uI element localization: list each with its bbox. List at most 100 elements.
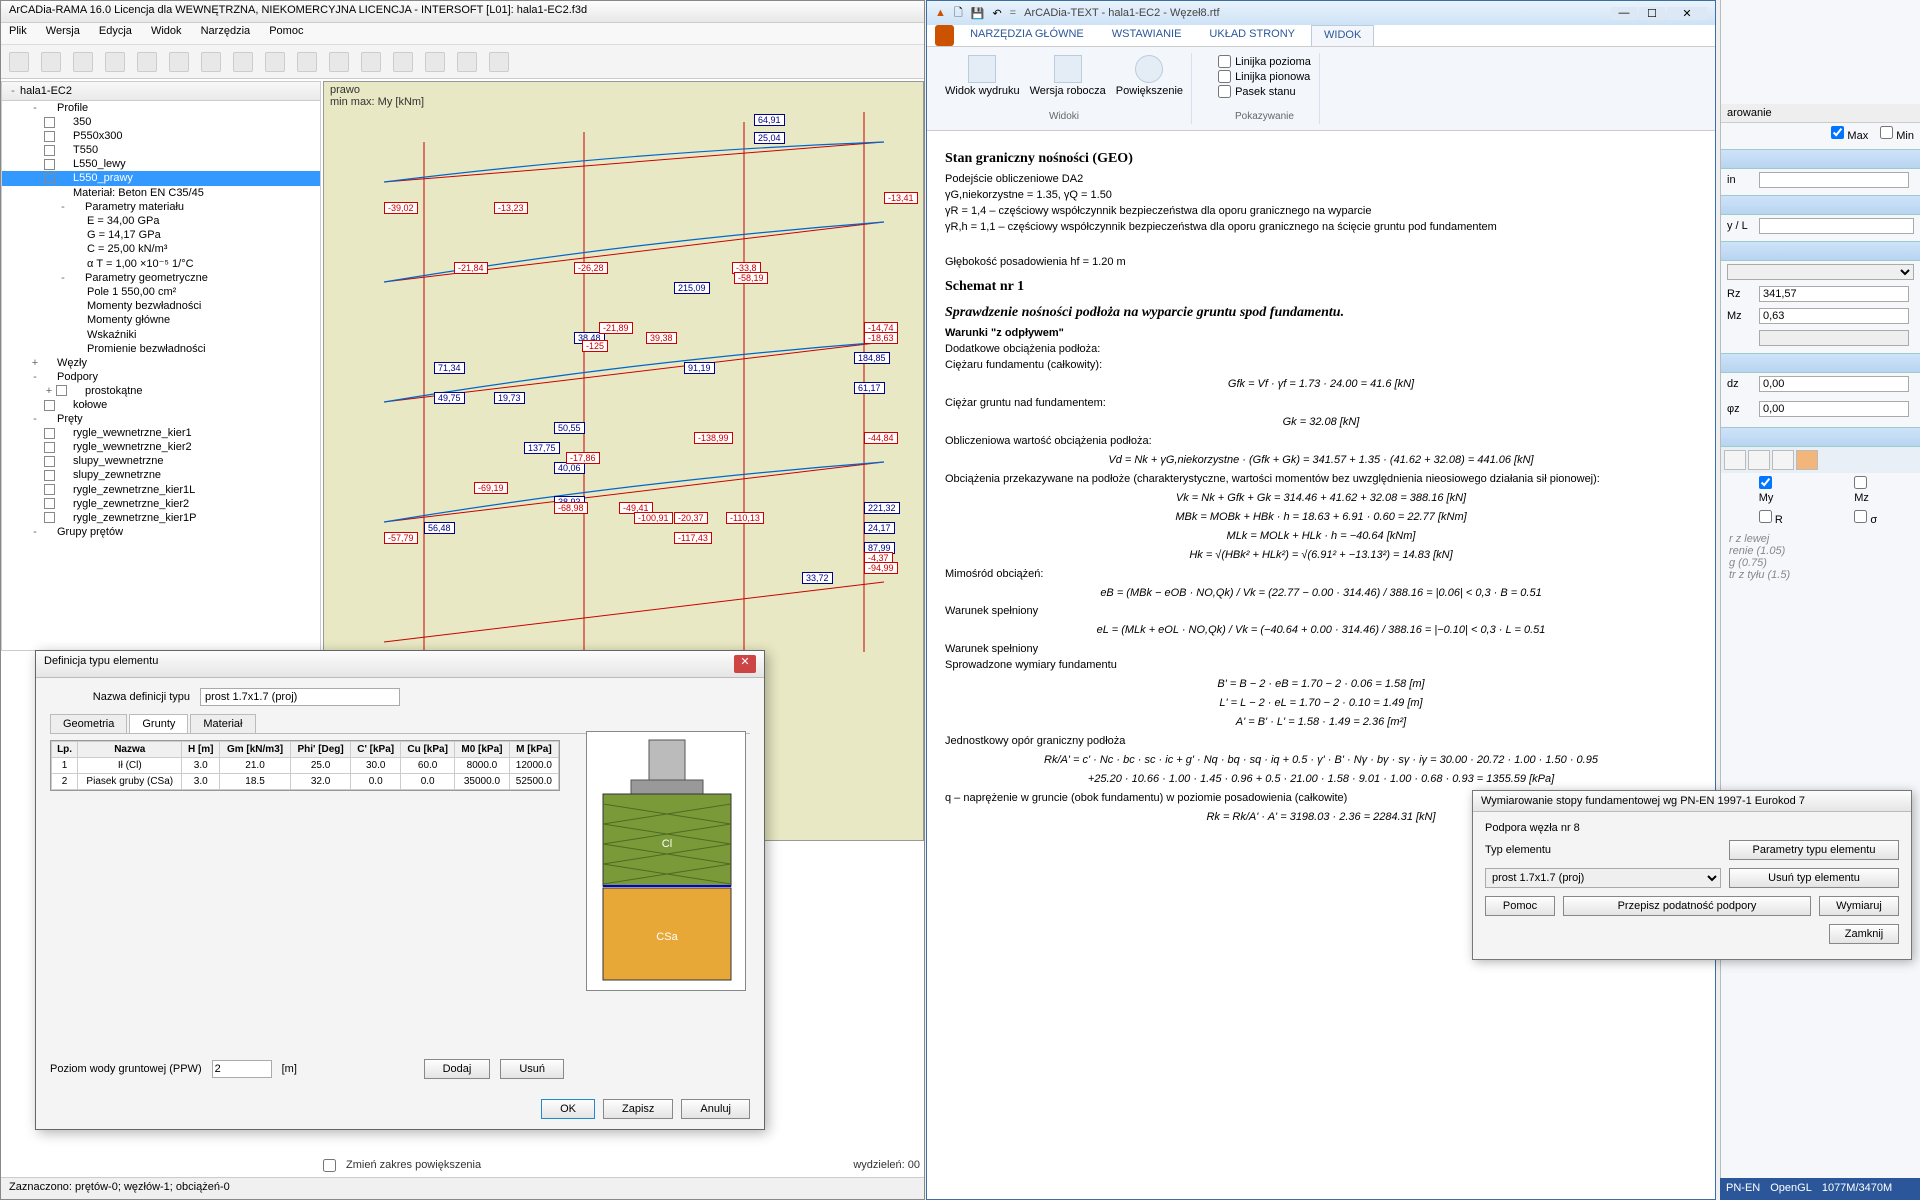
yl-input[interactable] <box>1759 218 1914 234</box>
close-icon[interactable]: ✕ <box>734 655 756 673</box>
ribbon-home[interactable]: NARZĘDZIA GŁÓWNE <box>958 25 1096 46</box>
filter-icon[interactable] <box>425 52 445 72</box>
ribbon-view[interactable]: WIDOK <box>1311 25 1374 46</box>
view3d-icon[interactable] <box>489 52 509 72</box>
tree-item[interactable]: L550_lewy <box>2 157 320 171</box>
tree-item[interactable]: rygle_wewnetrzne_kier2 <box>2 440 320 454</box>
ppw-input[interactable] <box>212 1060 272 1078</box>
redo-icon[interactable] <box>393 52 413 72</box>
tree-item[interactable]: Materiał: Beton EN C35/45 <box>2 186 320 200</box>
tree-item[interactable]: E = 34,00 GPa <box>2 214 320 228</box>
tree-item[interactable]: kołowe <box>2 398 320 412</box>
soil-grid[interactable]: Lp.NazwaH [m]Gm [kN/m3]Phi' [Deg]C' [kPa… <box>50 740 560 791</box>
tree-item[interactable]: Pole 1 550,00 cm² <box>2 285 320 299</box>
tree-item[interactable]: L550_prawy <box>2 171 320 185</box>
tree-item[interactable]: rygle_zewnetrzne_kier1P <box>2 511 320 525</box>
measure-icon[interactable] <box>201 52 221 72</box>
tree-item[interactable]: Promienie bezwładności <box>2 342 320 356</box>
type-select[interactable]: prost 1.7x1.7 (proj) <box>1485 868 1721 888</box>
tool-icon[interactable] <box>1772 450 1794 470</box>
max-check[interactable] <box>1831 126 1844 139</box>
tree-item[interactable]: Wskaźniki <box>2 328 320 342</box>
zoom-range-check[interactable] <box>323 1159 336 1172</box>
tree-item[interactable]: +prostokątne <box>2 384 320 398</box>
table-row[interactable]: 1Ił (Cl)3.021.025.030.060.08000.012000.0 <box>52 758 559 774</box>
calc-icon[interactable] <box>457 52 477 72</box>
tab-material[interactable]: Materiał <box>190 714 255 733</box>
min-icon[interactable]: — <box>1611 7 1637 20</box>
grid-icon[interactable] <box>137 52 157 72</box>
add-button[interactable]: Dodaj <box>424 1059 491 1079</box>
tree-item[interactable]: +Węzły <box>2 356 320 370</box>
draft-view-button[interactable]: Wersja robocza <box>1030 55 1106 97</box>
tool-icon[interactable] <box>1796 450 1818 470</box>
tree-item[interactable]: rygle_wewnetrzne_kier1 <box>2 426 320 440</box>
open-icon[interactable] <box>41 52 61 72</box>
tree-item[interactable]: slupy_zewnetrzne <box>2 468 320 482</box>
print-icon[interactable] <box>105 52 125 72</box>
menu-edycja[interactable]: Edycja <box>99 25 132 37</box>
tree-root[interactable]: -hala1-EC2 <box>2 82 320 101</box>
tree-item[interactable]: slupy_wewnetrzne <box>2 454 320 468</box>
tree-item[interactable]: -Profile <box>2 101 320 115</box>
status-check[interactable]: Pasek stanu <box>1218 85 1296 98</box>
zoom-button[interactable]: Powiększenie <box>1116 55 1183 97</box>
mz-input[interactable] <box>1759 308 1909 324</box>
ok-button[interactable]: OK <box>541 1099 595 1119</box>
tree-item[interactable]: -Podpory <box>2 370 320 384</box>
dimension-button[interactable]: Wymiaruj <box>1819 896 1899 916</box>
tree-item[interactable]: α T = 1,00 ×10⁻⁵ 1/°C <box>2 256 320 271</box>
tree-item[interactable]: rygle_zewnetrzne_kier1L <box>2 483 320 497</box>
vrule-check[interactable]: Linijka pionowa <box>1218 70 1310 83</box>
delete-type-button[interactable]: Usuń typ elementu <box>1729 868 1899 888</box>
bar-icon[interactable] <box>297 52 317 72</box>
node-icon[interactable] <box>265 52 285 72</box>
tree-item[interactable]: -Pręty <box>2 412 320 426</box>
tree-panel[interactable]: -hala1-EC2 -Profile350P550x300T550L550_l… <box>1 81 321 651</box>
name-input[interactable] <box>200 688 400 706</box>
tree-item[interactable]: -Grupy prętów <box>2 525 320 539</box>
qat-undo-icon[interactable]: ↶ <box>992 7 1001 20</box>
qat-new-icon[interactable]: 🗋 <box>954 4 963 23</box>
rz-input[interactable] <box>1759 286 1909 302</box>
cancel-button[interactable]: Anuluj <box>681 1099 750 1119</box>
tree-item[interactable]: C = 25,00 kN/m³ <box>2 242 320 256</box>
tab-grunty[interactable]: Grunty <box>129 714 188 733</box>
in-input[interactable] <box>1759 172 1909 188</box>
help-button[interactable]: Pomoc <box>1485 896 1555 916</box>
ribbon-file[interactable] <box>935 25 954 46</box>
delete-button[interactable]: Usuń <box>500 1059 564 1079</box>
copy-button[interactable]: Przepisz podatność podpory <box>1563 896 1811 916</box>
tree-item[interactable]: 350 <box>2 115 320 129</box>
mz-check[interactable] <box>1854 476 1867 489</box>
combo-select[interactable] <box>1727 264 1914 280</box>
close-button[interactable]: Zamknij <box>1829 924 1899 944</box>
tool-icon[interactable] <box>1724 450 1746 470</box>
tool-icon[interactable] <box>1748 450 1770 470</box>
undo-icon[interactable] <box>361 52 381 72</box>
menu-widok[interactable]: Widok <box>151 25 182 37</box>
menubar[interactable]: Plik Wersja Edycja Widok Narzędzia Pomoc <box>1 23 924 45</box>
save-icon[interactable] <box>73 52 93 72</box>
print-view-button[interactable]: Widok wydruku <box>945 55 1020 97</box>
tree-item[interactable]: T550 <box>2 143 320 157</box>
new-icon[interactable] <box>9 52 29 72</box>
panel-tab[interactable]: arowanie <box>1721 104 1920 123</box>
tree-item[interactable]: -Parametry materiału <box>2 200 320 214</box>
max-icon[interactable]: ☐ <box>1639 7 1665 20</box>
menu-plik[interactable]: Plik <box>9 25 27 37</box>
cut-icon[interactable] <box>233 52 253 72</box>
close-icon[interactable]: ✕ <box>1667 7 1707 20</box>
my-check[interactable] <box>1759 476 1772 489</box>
ribbon-insert[interactable]: WSTAWIANIE <box>1100 25 1194 46</box>
dz-input[interactable] <box>1759 376 1909 392</box>
params-button[interactable]: Parametry typu elementu <box>1729 840 1899 860</box>
delete-icon[interactable] <box>329 52 349 72</box>
hrule-check[interactable]: Linijka pozioma <box>1218 55 1311 68</box>
menu-narzedzia[interactable]: Narzędzia <box>201 25 251 37</box>
r-check[interactable] <box>1759 510 1772 523</box>
select-icon[interactable] <box>169 52 189 72</box>
tree-item[interactable]: Momenty bezwładności <box>2 299 320 313</box>
tree-item[interactable]: P550x300 <box>2 129 320 143</box>
menu-pomoc[interactable]: Pomoc <box>269 25 303 37</box>
